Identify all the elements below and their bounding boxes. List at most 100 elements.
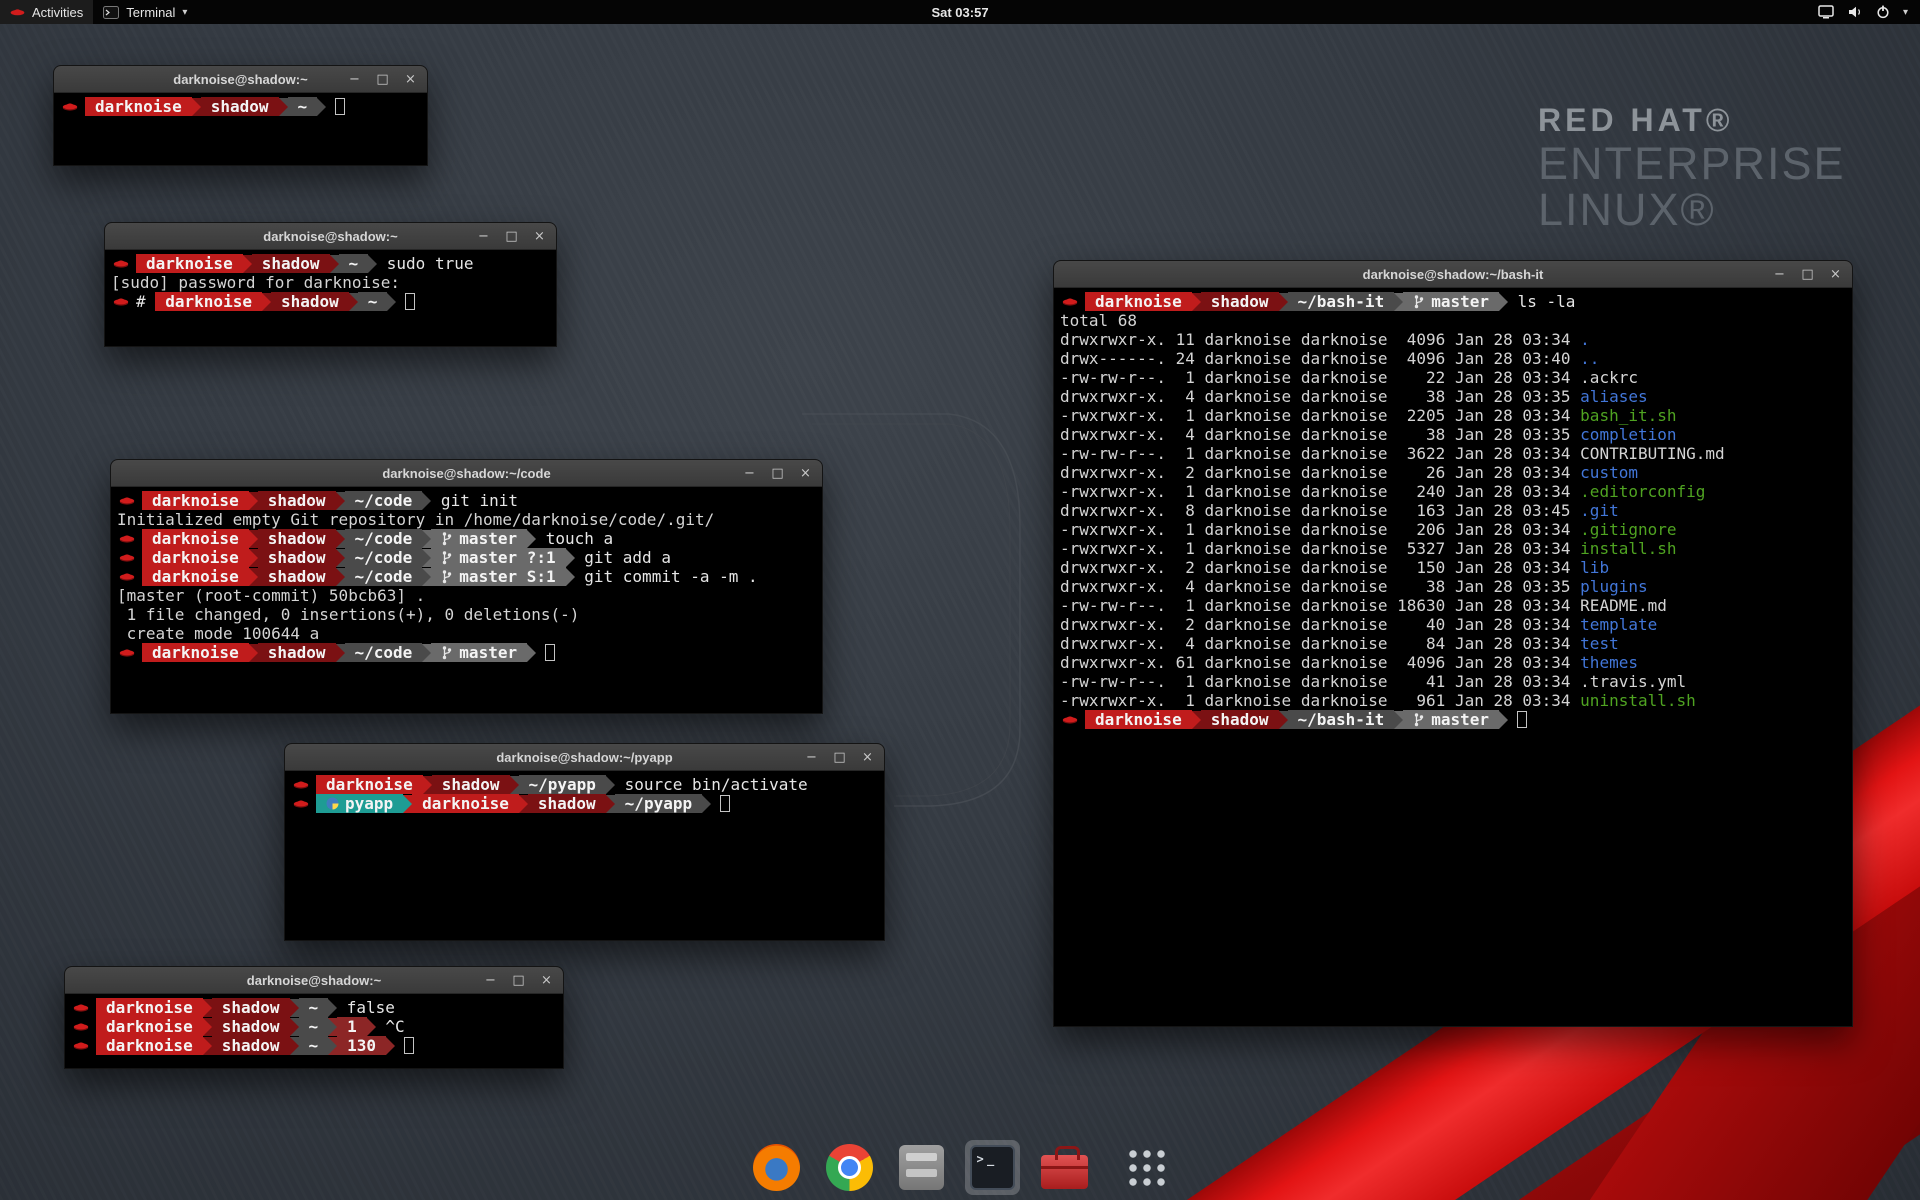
prompt-segment: 1 bbox=[337, 1017, 367, 1036]
maximize-button[interactable]: □ bbox=[376, 72, 389, 87]
titlebar[interactable]: darknoise@shadow:~−□× bbox=[105, 223, 556, 250]
titlebar[interactable]: darknoise@shadow:~/code−□× bbox=[111, 460, 822, 487]
minimize-button[interactable]: − bbox=[743, 466, 756, 481]
output-text: 1 file changed, 0 insertions(+), 0 delet… bbox=[117, 605, 579, 624]
close-button[interactable]: × bbox=[799, 466, 812, 481]
prompt-segment: master ?:1 bbox=[431, 548, 565, 567]
terminal-window-sudo[interactable]: darknoise@shadow:~−□×darknoiseshadow~ su… bbox=[104, 222, 557, 347]
output-text: -rw-rw-r--. 1 darknoise darknoise 41 Jan… bbox=[1060, 672, 1686, 691]
segment-arrow-icon bbox=[1279, 711, 1288, 729]
minimize-button[interactable]: − bbox=[477, 229, 490, 244]
segment-arrow-icon bbox=[387, 293, 396, 311]
maximize-button[interactable]: □ bbox=[833, 750, 846, 765]
window-title: darknoise@shadow:~/bash-it bbox=[1363, 267, 1544, 282]
maximize-button[interactable]: □ bbox=[512, 973, 525, 988]
dock-app-grid[interactable] bbox=[1121, 1142, 1173, 1194]
prompt-segment: ~ bbox=[299, 1036, 329, 1055]
cursor bbox=[1517, 711, 1527, 728]
segment-arrow-icon bbox=[702, 795, 711, 813]
volume-icon bbox=[1847, 5, 1863, 19]
terminal-content[interactable]: darknoiseshadow~ bbox=[54, 93, 427, 120]
files-icon bbox=[899, 1145, 944, 1190]
terminal-line: darknoiseshadow~/bash-itmaster bbox=[1060, 710, 1846, 729]
terminal-content[interactable]: darknoiseshadow~ falsedarknoiseshadow~1 … bbox=[65, 994, 563, 1059]
titlebar[interactable]: darknoise@shadow:~/pyapp−□× bbox=[285, 744, 884, 771]
maximize-button[interactable]: □ bbox=[1801, 267, 1814, 282]
terminal-line: -rwxrwxr-x. 1 darknoise darknoise 961 Ja… bbox=[1060, 691, 1846, 710]
activities-button[interactable]: Activities bbox=[0, 0, 93, 24]
terminal-line: drwxrwxr-x. 11 darknoise darknoise 4096 … bbox=[1060, 330, 1846, 349]
dock-files[interactable] bbox=[894, 1140, 949, 1195]
command-text: sudo true bbox=[377, 254, 473, 273]
terminal-line: darknoiseshadow~/bash-itmaster ls -la bbox=[1060, 292, 1846, 311]
output-text: drwxrwxr-x. 8 darknoise darknoise 163 Ja… bbox=[1060, 501, 1580, 520]
app-menu-terminal[interactable]: Terminal ▾ bbox=[93, 0, 197, 24]
prompt-segment: ~/pyapp bbox=[519, 775, 606, 794]
minimize-button[interactable]: − bbox=[484, 973, 497, 988]
titlebar[interactable]: darknoise@shadow:~−□× bbox=[65, 967, 563, 994]
minimize-button[interactable]: − bbox=[348, 72, 361, 87]
terminal-content[interactable]: darknoiseshadow~/pyapp source bin/activa… bbox=[285, 771, 884, 817]
segment-arrow-icon bbox=[422, 568, 431, 586]
dock-terminal[interactable] bbox=[965, 1140, 1020, 1195]
close-button[interactable]: × bbox=[533, 229, 546, 244]
terminal-line: pyappdarknoiseshadow~/pyapp bbox=[291, 794, 878, 813]
minimize-button[interactable]: − bbox=[1773, 267, 1786, 282]
segment-arrow-icon bbox=[1499, 293, 1508, 311]
branch-icon bbox=[441, 645, 453, 660]
system-status-area[interactable]: ▾ bbox=[1806, 0, 1920, 24]
prompt-segment: darknoise bbox=[142, 567, 249, 586]
maximize-button[interactable]: □ bbox=[505, 229, 518, 244]
maximize-button[interactable]: □ bbox=[771, 466, 784, 481]
terminal-content[interactable]: darknoiseshadow~/bash-itmaster ls -latot… bbox=[1054, 288, 1852, 733]
terminal-line: # darknoiseshadow~ bbox=[111, 292, 550, 311]
output-text: drwx------. 24 darknoise darknoise 4096 … bbox=[1060, 349, 1580, 368]
dock-toolbox[interactable] bbox=[1036, 1141, 1093, 1194]
cursor bbox=[720, 795, 730, 812]
terminal-window-home-small[interactable]: darknoise@shadow:~−□×darknoiseshadow~ bbox=[53, 65, 428, 166]
terminal-window-code[interactable]: darknoise@shadow:~/code−□×darknoiseshado… bbox=[110, 459, 823, 714]
titlebar[interactable]: darknoise@shadow:~/bash-it −□ × bbox=[1054, 261, 1852, 288]
terminal-content[interactable]: darknoiseshadow~/code git initInitialize… bbox=[111, 487, 822, 666]
segment-arrow-icon bbox=[249, 530, 258, 548]
terminal-window-bashit[interactable]: darknoise@shadow:~/bash-it −□ × darknoisesh… bbox=[1053, 260, 1853, 1027]
prompt-segment: darknoise bbox=[96, 1017, 203, 1036]
terminal-line: darknoiseshadow~/codemaster ?:1 git add … bbox=[117, 548, 816, 567]
terminal-line: drwxrwxr-x. 2 darknoise darknoise 40 Jan… bbox=[1060, 615, 1846, 634]
output-text: plugins bbox=[1580, 577, 1647, 596]
minimize-button[interactable]: − bbox=[805, 750, 818, 765]
output-text: . bbox=[1580, 330, 1590, 349]
terminal-line: darknoiseshadow~1 ^C bbox=[71, 1017, 557, 1036]
terminal-line: -rwxrwxr-x. 1 darknoise darknoise 2205 J… bbox=[1060, 406, 1846, 425]
output-text: [master (root-commit) 50bcb63] . bbox=[117, 586, 425, 605]
dock-chrome[interactable] bbox=[821, 1139, 878, 1196]
output-text: install.sh bbox=[1580, 539, 1676, 558]
prompt-segment: darknoise bbox=[136, 254, 243, 273]
segment-arrow-icon bbox=[279, 98, 288, 116]
prompt-segment: master bbox=[1403, 292, 1499, 311]
titlebar[interactable]: darknoise@shadow:~−□× bbox=[54, 66, 427, 93]
terminal-line: darknoiseshadow~130 bbox=[71, 1036, 557, 1055]
terminal-line: create mode 100644 a bbox=[117, 624, 816, 643]
close-button[interactable]: × bbox=[540, 973, 553, 988]
close-button[interactable]: × bbox=[861, 750, 874, 765]
terminal-window-exitcodes[interactable]: darknoise@shadow:~−□×darknoiseshadow~ fa… bbox=[64, 966, 564, 1069]
dock-firefox[interactable] bbox=[748, 1139, 805, 1196]
clock[interactable]: Sat 03:57 bbox=[931, 0, 988, 24]
segment-arrow-icon bbox=[249, 644, 258, 662]
output-text: drwxrwxr-x. 2 darknoise darknoise 150 Ja… bbox=[1060, 558, 1580, 577]
root-prompt-marker: # bbox=[136, 292, 155, 311]
terminal-window-pyapp[interactable]: darknoise@shadow:~/pyapp−□×darknoiseshad… bbox=[284, 743, 885, 941]
close-button[interactable]: × bbox=[1829, 267, 1842, 282]
prompt-segment: ~ bbox=[288, 97, 318, 116]
window-buttons: −□ × bbox=[1773, 261, 1842, 287]
segment-arrow-icon bbox=[203, 999, 212, 1017]
branch-icon bbox=[1413, 294, 1425, 309]
prompt-segment: shadow bbox=[252, 254, 330, 273]
terminal-line: -rw-rw-r--. 1 darknoise darknoise 18630 … bbox=[1060, 596, 1846, 615]
close-button[interactable]: × bbox=[404, 72, 417, 87]
command-text: git commit -a -m . bbox=[575, 567, 758, 586]
terminal-content[interactable]: darknoiseshadow~ sudo true[sudo] passwor… bbox=[105, 250, 556, 315]
output-text: drwxrwxr-x. 11 darknoise darknoise 4096 … bbox=[1060, 330, 1580, 349]
prompt-segment: ~/code bbox=[345, 643, 423, 662]
